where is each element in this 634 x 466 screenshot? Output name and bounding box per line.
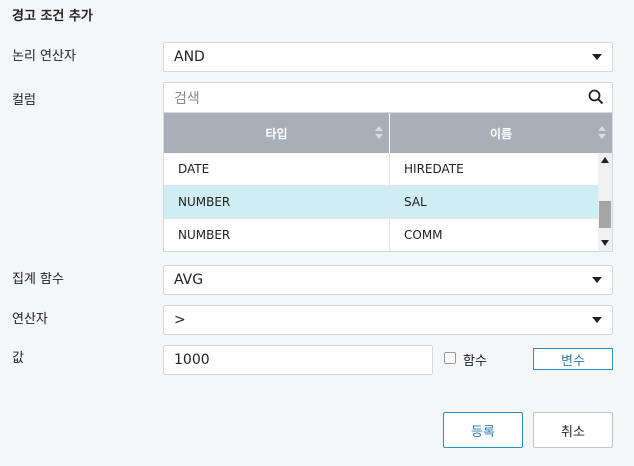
table-row-selected[interactable]: NUMBER SAL	[164, 186, 612, 219]
function-checkbox-label[interactable]: 함수	[463, 350, 487, 369]
sort-icon[interactable]	[598, 126, 606, 140]
register-button[interactable]: 등록	[443, 412, 523, 448]
aggregate-label: 집계 함수	[12, 272, 64, 287]
scroll-up-icon[interactable]	[601, 157, 609, 163]
cell-name: SAL	[389, 186, 599, 218]
header-name-label: 이름	[489, 126, 513, 141]
cell-type: NUMBER	[178, 228, 231, 242]
vertical-scrollbar[interactable]	[598, 153, 612, 251]
sort-icon[interactable]	[375, 126, 383, 140]
value-input[interactable]: 1000	[163, 345, 433, 375]
aggregate-value: AVG	[174, 272, 204, 288]
column-search-input[interactable]: 검색	[163, 82, 613, 112]
search-icon[interactable]	[588, 89, 604, 109]
aggregate-select[interactable]: AVG	[163, 265, 613, 295]
caret-down-icon	[592, 317, 602, 323]
function-checkbox[interactable]	[444, 352, 456, 364]
cancel-button[interactable]: 취소	[533, 412, 613, 448]
value-label: 값	[12, 351, 24, 366]
table-row[interactable]: NUMBER COMM	[164, 219, 612, 251]
caret-down-icon	[592, 277, 602, 283]
value-input-text: 1000	[174, 352, 210, 368]
cell-type: NUMBER	[178, 195, 231, 209]
operator-select[interactable]: >	[163, 305, 613, 335]
cell-name: COMM	[389, 219, 599, 251]
operator-value: >	[174, 312, 186, 328]
search-placeholder: 검색	[174, 90, 200, 107]
cell-type: DATE	[178, 162, 210, 176]
variable-button[interactable]: 변수	[533, 348, 613, 370]
cell-name: HIREDATE	[389, 153, 599, 185]
dialog-title: 경고 조건 추가	[12, 9, 93, 24]
header-type-label: 타입	[265, 126, 288, 141]
header-name[interactable]: 이름	[389, 113, 612, 153]
caret-down-icon	[592, 54, 602, 60]
column-label: 컬럼	[12, 93, 36, 108]
logic-operator-value: AND	[174, 49, 205, 65]
operator-label: 연산자	[12, 312, 48, 327]
header-type[interactable]: 타입	[164, 113, 389, 153]
logic-operator-label: 논리 연산자	[12, 49, 76, 64]
column-grid: 타입 이름 DATE HIREDATE NUMBER SAL NUMBER CO…	[163, 112, 613, 252]
scroll-thumb[interactable]	[599, 201, 611, 228]
table-row[interactable]: DATE HIREDATE	[164, 153, 612, 186]
grid-header: 타입 이름	[164, 113, 612, 153]
logic-operator-select[interactable]: AND	[163, 42, 613, 72]
scroll-down-icon[interactable]	[601, 240, 609, 246]
